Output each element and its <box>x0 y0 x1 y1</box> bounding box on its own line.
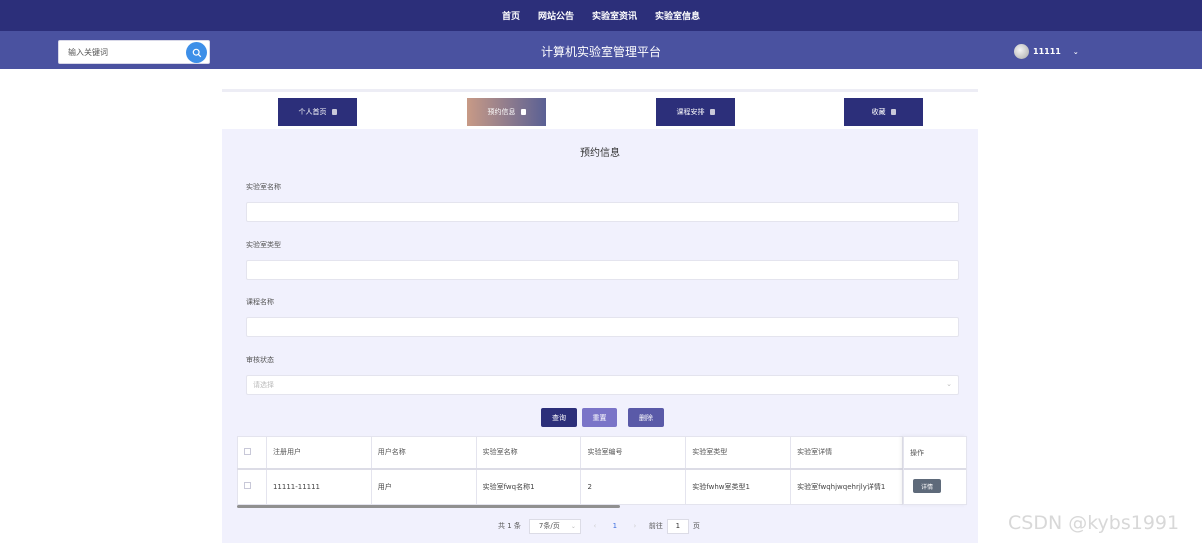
page-size-value: 7条/页 <box>538 522 560 530</box>
tab-course-schedule[interactable]: 课程安排 <box>656 98 735 126</box>
actions-column: 操作 详情 <box>903 436 967 505</box>
column-header: 用户名称 <box>370 436 477 470</box>
top-nav: 首页 网站公告 实验室资讯 实验室信息 <box>0 0 1202 31</box>
tab-label: 个人首页 <box>298 108 327 116</box>
column-header: 实验室名称 <box>475 436 582 470</box>
column-header: 操作 <box>904 437 966 470</box>
prev-page-icon[interactable]: ‹ <box>587 522 603 530</box>
table-cell: 实验室fwq名称1 <box>475 468 582 505</box>
chevron-down-icon: ⌄ <box>570 522 576 530</box>
nav-lab-news[interactable]: 实验室资讯 <box>592 9 637 22</box>
review-status-label: 审核状态 <box>246 356 274 364</box>
review-status-select[interactable]: 请选择 ⌄ <box>246 375 959 395</box>
search-submit-button[interactable]: 查询 <box>541 408 577 427</box>
tab-icon <box>331 109 337 115</box>
reset-button[interactable]: 重置 <box>582 408 617 427</box>
row-select-cell <box>237 468 267 505</box>
tab-icon <box>709 109 715 115</box>
watermark: CSDN @kybs1991 <box>1008 512 1180 534</box>
page-unit: 页 <box>692 522 700 530</box>
column-header: 注册用户 <box>265 436 372 470</box>
nav-announcements[interactable]: 网站公告 <box>538 9 574 22</box>
tab-icon <box>520 109 526 115</box>
next-page-icon[interactable]: › <box>627 522 643 530</box>
table-cell: 实验室fwqhjwqehrjly详情1 <box>790 468 904 505</box>
tab-personal-home[interactable]: 个人首页 <box>278 98 357 126</box>
select-all-checkbox[interactable] <box>244 447 251 455</box>
lab-type-label: 实验室类型 <box>246 241 281 249</box>
tab-icon <box>890 109 896 115</box>
avatar <box>1014 44 1029 59</box>
goto-page-input[interactable]: 1 <box>666 518 689 534</box>
goto-label: 前往 <box>648 522 663 530</box>
course-name-input[interactable] <box>246 317 959 337</box>
column-header: 实验室详情 <box>790 436 904 470</box>
detail-button[interactable]: 详情 <box>913 479 941 493</box>
tab-label: 预约信息 <box>487 108 516 116</box>
header-bar: 计算机实验室管理平台 11111 ⌄ <box>0 31 1202 69</box>
course-name-label: 课程名称 <box>246 298 274 306</box>
user-name: 11111 <box>1033 47 1061 56</box>
tab-reservation-info[interactable]: 预约信息 <box>467 98 546 126</box>
table-cell: 用户 <box>370 468 477 505</box>
table-header-row: 注册用户 用户名称 实验室名称 实验室编号 实验室类型 实验室详情 <box>237 436 967 470</box>
data-table: 注册用户 用户名称 实验室名称 实验室编号 实验室类型 实验室详情 11111-… <box>237 436 967 508</box>
pagination: 共 1 条 7条/页 ⌄ ‹ 1 › 前往 1 页 <box>498 518 700 534</box>
nav-lab-info[interactable]: 实验室信息 <box>655 9 700 22</box>
table-cell: 2 <box>580 468 687 505</box>
current-page[interactable]: 1 <box>607 522 623 530</box>
main-content: 个人首页 预约信息 课程安排 收藏 预约信息 实验室名称 实验室类型 课程名称 … <box>222 89 978 543</box>
column-header: 实验室编号 <box>580 436 687 470</box>
tab-favorites[interactable]: 收藏 <box>844 98 923 126</box>
select-placeholder: 请选择 <box>253 381 274 389</box>
table-cell: 实验fwhw室类型1 <box>685 468 792 505</box>
chevron-down-icon: ⌄ <box>1072 47 1079 56</box>
lab-type-input[interactable] <box>246 260 959 280</box>
nav-home[interactable]: 首页 <box>502 9 520 22</box>
table-horizontal-scrollbar[interactable] <box>237 505 620 508</box>
total-count: 共 1 条 <box>498 522 521 530</box>
table-cell: 11111-11111 <box>265 468 372 505</box>
tab-label: 课程安排 <box>676 108 705 116</box>
delete-button[interactable]: 删除 <box>628 408 664 427</box>
tab-strip: 个人首页 预约信息 课程安排 收藏 <box>222 89 978 129</box>
table-row: 11111-11111 用户 实验室fwq名称1 2 实验fwhw室类型1 实验… <box>237 468 967 505</box>
page-size-select[interactable]: 7条/页 ⌄ <box>528 518 581 534</box>
tab-label: 收藏 <box>871 108 886 116</box>
row-checkbox[interactable] <box>244 482 251 490</box>
user-menu[interactable]: 11111 ⌄ <box>1014 44 1079 59</box>
lab-name-label: 实验室名称 <box>246 183 281 191</box>
column-header: 实验室类型 <box>685 436 792 470</box>
section-title: 预约信息 <box>580 148 620 159</box>
select-all-cell <box>237 436 267 470</box>
lab-name-input[interactable] <box>246 202 959 222</box>
chevron-down-icon: ⌄ <box>946 380 952 388</box>
